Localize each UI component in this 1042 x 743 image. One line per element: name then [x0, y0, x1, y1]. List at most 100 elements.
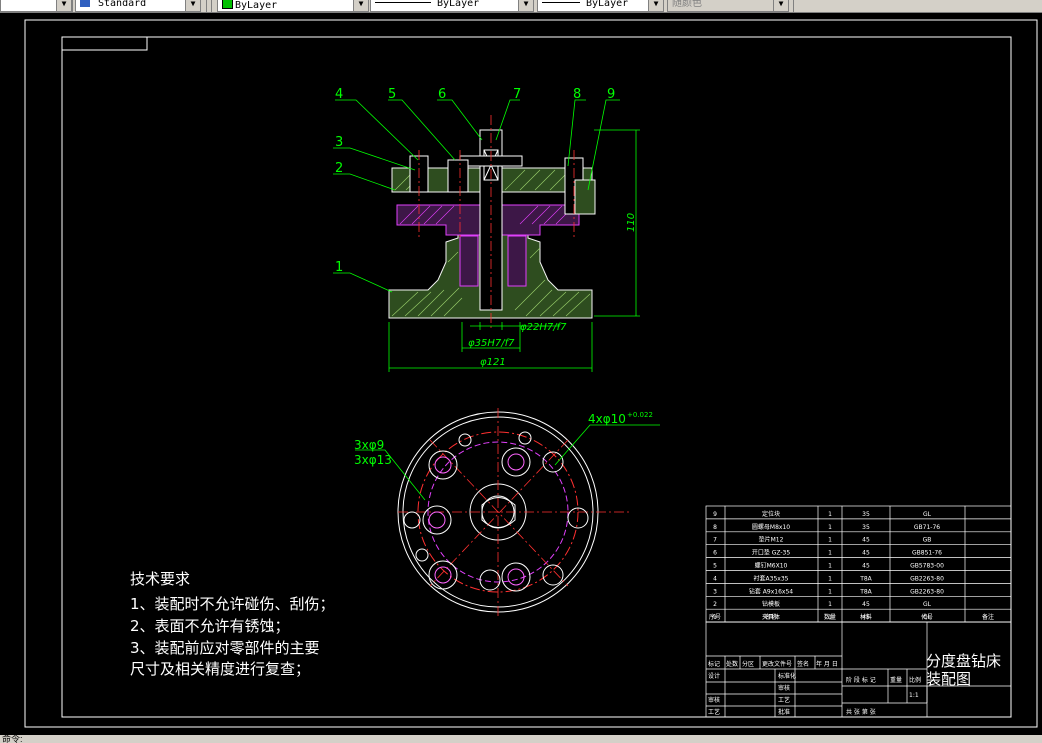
tb-ratio: 比例 — [909, 676, 921, 684]
color-value: ByLayer — [235, 0, 278, 11]
notes-title: 技术要求 — [130, 570, 190, 588]
dim-holes-b: 3xφ13 — [354, 453, 392, 467]
tb-weight: 重量 — [890, 676, 902, 684]
drawing-title-sub: 装配图 — [926, 670, 971, 688]
dim-fit-outer: φ35H7/f7 — [468, 338, 515, 349]
bom-header-cell: 数量 — [824, 613, 836, 621]
bom-cell: 1 — [828, 563, 832, 570]
bom-cell: 定位块 — [762, 510, 780, 518]
notes-line: 2、表面不允许有锈蚀； — [130, 617, 290, 635]
tb-count: 处数 — [726, 660, 738, 668]
notes-line: 1、装配时不允许碰伤、刮伤； — [130, 595, 335, 613]
dim-height: 110 — [626, 213, 637, 232]
tb-standard: 标准化 — [778, 672, 796, 680]
tb-scale: 1:1 — [909, 692, 919, 699]
bom-cell: 1 — [828, 524, 832, 531]
linetype-dropdown[interactable]: ByLayer ▼ — [370, 0, 534, 12]
tb-design: 设计 — [708, 672, 720, 680]
bom-header-cell: 序号 — [709, 613, 721, 621]
part-number-label: 6 — [438, 87, 446, 102]
bom-cell: 8 — [713, 524, 717, 531]
bom-cell: 衬套A35x35 — [754, 574, 789, 582]
bom-cell: 3 — [713, 588, 717, 595]
dim-holes-c: 4xφ10 — [588, 412, 626, 426]
bom-cell: GB5783-00 — [910, 563, 944, 570]
drawing-canvas[interactable]: 4 5 6 7 8 9 3 2 1 110 φ22H7/f7 φ35H7/f7 … — [0, 13, 1042, 735]
lineweight-value: ByLayer — [586, 0, 629, 9]
notes-line: 尺寸及相关精度进行复查； — [130, 660, 310, 678]
tb-mark: 标记 — [708, 660, 720, 668]
part-number-label: 9 — [607, 87, 615, 102]
bom-cell: 螺钉M6X10 — [755, 562, 788, 570]
chevron-down-icon: ▼ — [56, 0, 71, 11]
dim-fit-inner: φ22H7/f7 — [520, 322, 567, 333]
bom-cell: GB71-76 — [914, 524, 940, 531]
bom-cell: GL — [923, 601, 932, 608]
part-number-label: 4 — [335, 87, 343, 102]
chevron-down-icon: ▼ — [773, 0, 788, 11]
bom-header-cell: 名称 — [765, 613, 777, 621]
color-swatch-icon — [222, 0, 233, 9]
part-number-label: 3 — [335, 135, 343, 150]
part-number-label: 2 — [335, 161, 343, 176]
bom-cell: 5 — [713, 563, 717, 570]
bom-cell: 1 — [828, 588, 832, 595]
bom-cell: 1 — [828, 511, 832, 518]
chevron-down-icon: ▼ — [518, 0, 533, 11]
tb-check: 审核 — [708, 696, 720, 704]
bom-cell: T8A — [859, 588, 872, 595]
bom-header-cell: 材料 — [860, 613, 872, 621]
bom-cell: 35 — [862, 511, 870, 518]
tb-process: 工艺 — [708, 708, 720, 716]
dim-tolerance: +0.022 — [627, 411, 653, 419]
part-number-label: 8 — [573, 87, 581, 102]
bom-cell: 2 — [713, 601, 717, 608]
bom-cell: 35 — [862, 524, 870, 531]
command-line[interactable]: 命令: — [0, 735, 1042, 743]
bom-cell: GB851-76 — [912, 550, 942, 557]
part-number-label: 1 — [335, 260, 343, 275]
chevron-down-icon: ▼ — [648, 0, 663, 11]
dim-diameter: φ121 — [480, 357, 506, 368]
bom-cell: 钻模板 — [762, 600, 780, 608]
tb-sign: 签名 — [797, 660, 809, 668]
bom-header-cell: 代号 — [921, 613, 933, 621]
bom-cell: 1 — [828, 537, 832, 544]
color-dropdown[interactable]: ByLayer ▼ — [217, 0, 369, 12]
bom-cell: 4 — [713, 575, 717, 582]
bom-cell: 45 — [862, 537, 870, 544]
linetype-value: ByLayer — [437, 0, 480, 9]
plotstyle-value: 随颜色 — [672, 0, 702, 9]
top-view — [355, 408, 660, 616]
plotstyle-dropdown: 随颜色 ▼ — [667, 0, 789, 12]
part-number-label: 5 — [388, 87, 396, 102]
bom-cell: 9 — [713, 511, 717, 518]
bom-cell: GB2263-80 — [910, 588, 944, 595]
previous-dropdown[interactable]: ▼ — [0, 0, 72, 12]
text-style-dropdown[interactable]: Standard ▼ — [75, 0, 201, 12]
bom-cell: 45 — [862, 563, 870, 570]
tb-date: 年 月 日 — [816, 660, 838, 668]
chevron-down-icon: ▼ — [185, 0, 200, 11]
lineweight-sample — [542, 2, 580, 3]
dim-holes-a: 3xφ9 — [354, 438, 384, 452]
part-number-label: 7 — [513, 87, 521, 102]
tb-craft: 工艺 — [778, 696, 790, 704]
tb-zone: 分区 — [742, 660, 754, 668]
lineweight-dropdown[interactable]: ByLayer ▼ — [537, 0, 664, 12]
notes-line: 3、装配前应对零部件的主要 — [130, 639, 320, 657]
properties-toolbar: ▼ Standard ▼ ByLayer ▼ ByLayer ▼ ByLayer… — [0, 0, 1042, 13]
bom-cell: 1 — [828, 575, 832, 582]
tb-stage: 阶 段 标 记 — [846, 676, 876, 684]
tb-docno: 更改文件号 — [762, 660, 792, 668]
text-style-icon — [80, 0, 90, 7]
bom-cell: 45 — [862, 550, 870, 557]
bom-cell: 圆螺母M8x10 — [752, 523, 790, 531]
linetype-sample — [375, 2, 431, 3]
bom-cell: 7 — [713, 537, 717, 544]
bom-cell: 1 — [828, 601, 832, 608]
bom-cell: 1 — [828, 550, 832, 557]
tb-approve: 批准 — [778, 708, 790, 716]
text-style-value: Standard — [98, 0, 147, 9]
section-view — [333, 99, 640, 372]
